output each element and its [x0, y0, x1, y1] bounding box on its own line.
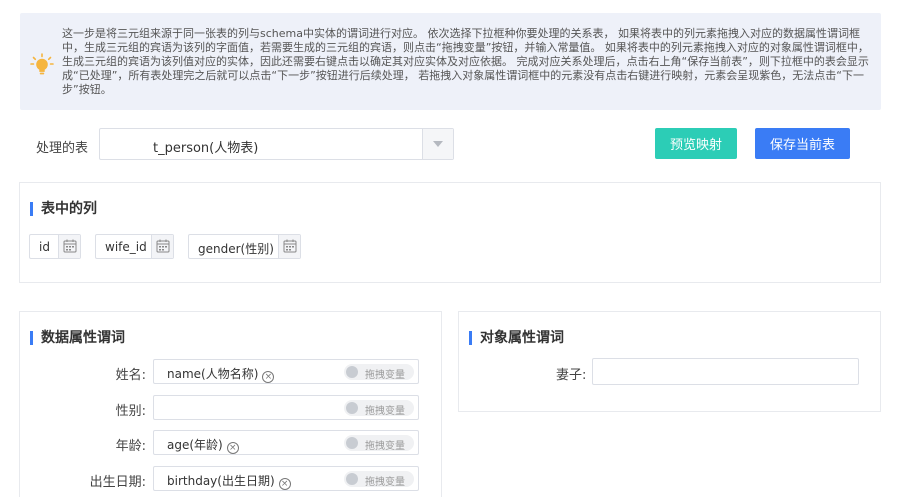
column-chip-label: id — [39, 240, 50, 254]
table-select-value: t_person(人物表) — [153, 141, 259, 156]
data-prop-label: 出生日期: — [89, 475, 146, 490]
toggle-knob — [346, 366, 358, 378]
data-prop-dropzone[interactable]: birthday(出生日期) × 拖拽变量 — [153, 466, 419, 491]
drag-variable-toggle[interactable]: 拖拽变量 — [344, 435, 414, 452]
mapped-column-tag[interactable]: age(年龄) × — [167, 436, 239, 454]
preview-mapping-button[interactable]: 预览映射 — [655, 128, 737, 159]
toggle-label: 拖拽变量 — [365, 370, 405, 381]
object-property-panel: 对象属性谓词 妻子: — [458, 311, 881, 412]
data-prop-row-name: 姓名: name(人物名称) × 拖拽变量 — [20, 359, 443, 384]
mapped-column-tag[interactable]: name(人物名称) × — [167, 365, 275, 383]
columns-panel: 表中的列 id wife_id gender(性别) — [19, 182, 881, 283]
remove-icon[interactable]: × — [226, 442, 239, 454]
data-prop-label: 性别: — [115, 404, 146, 419]
drag-variable-toggle[interactable]: 拖拽变量 — [344, 471, 414, 488]
table-select-label: 处理的表 — [36, 141, 89, 156]
instruction-notice: 这一步是将三元组来源于同一张表的列与schema中实体的谓词进行对应。 依次选择… — [20, 13, 881, 110]
column-chip-wife-id[interactable]: wife_id — [95, 234, 174, 259]
column-chip-id[interactable]: id — [29, 234, 81, 259]
table-select[interactable]: t_person(人物表) — [99, 128, 454, 160]
dropdown-arrow[interactable] — [422, 129, 453, 159]
toggle-knob — [346, 402, 358, 414]
mapped-column-label: birthday(出生日期) — [167, 474, 275, 488]
data-prop-label: 年龄: — [115, 439, 146, 454]
data-prop-row-birthday: 出生日期: birthday(出生日期) × 拖拽变量 — [20, 466, 443, 491]
calendar-icon[interactable] — [151, 235, 173, 258]
data-property-panel: 数据属性谓词 姓名: name(人物名称) × 拖拽变量 性别: 拖拽变量 年龄:… — [19, 311, 442, 497]
remove-icon[interactable]: × — [262, 371, 275, 383]
data-prop-dropzone[interactable]: name(人物名称) × 拖拽变量 — [153, 359, 419, 384]
caret-down-icon — [433, 141, 443, 147]
drag-variable-toggle[interactable]: 拖拽变量 — [344, 364, 414, 381]
toggle-label: 拖拽变量 — [365, 406, 405, 417]
columns-panel-title: 表中的列 — [30, 202, 97, 216]
toggle-label: 拖拽变量 — [365, 477, 405, 488]
mapped-column-label: age(年龄) — [167, 438, 223, 452]
data-prop-dropzone[interactable]: 拖拽变量 — [153, 395, 419, 420]
mapped-column-label: name(人物名称) — [167, 367, 259, 381]
toggle-label: 拖拽变量 — [365, 441, 405, 452]
calendar-icon[interactable] — [58, 235, 80, 258]
column-chip-label: gender(性别) — [198, 242, 274, 256]
remove-icon[interactable]: × — [278, 478, 291, 490]
lightbulb-icon — [30, 53, 54, 77]
notice-text: 这一步是将三元组来源于同一张表的列与schema中实体的谓词进行对应。 依次选择… — [62, 27, 869, 96]
data-prop-dropzone[interactable]: age(年龄) × 拖拽变量 — [153, 430, 419, 455]
toggle-knob — [346, 437, 358, 449]
object-prop-label: 妻子: — [556, 368, 587, 383]
calendar-icon[interactable] — [278, 235, 300, 258]
drag-variable-toggle[interactable]: 拖拽变量 — [344, 400, 414, 417]
toggle-knob — [346, 473, 358, 485]
save-current-table-button[interactable]: 保存当前表 — [755, 128, 850, 159]
data-property-title: 数据属性谓词 — [30, 331, 125, 345]
object-prop-dropzone[interactable] — [592, 358, 859, 385]
column-chip-label: wife_id — [105, 240, 147, 254]
column-chip-gender[interactable]: gender(性别) — [188, 234, 301, 259]
data-prop-label: 姓名: — [115, 368, 146, 383]
data-prop-row-gender: 性别: 拖拽变量 — [20, 395, 443, 420]
object-property-title: 对象属性谓词 — [469, 331, 564, 345]
data-prop-row-age: 年龄: age(年龄) × 拖拽变量 — [20, 430, 443, 455]
mapped-column-tag[interactable]: birthday(出生日期) × — [167, 472, 291, 490]
